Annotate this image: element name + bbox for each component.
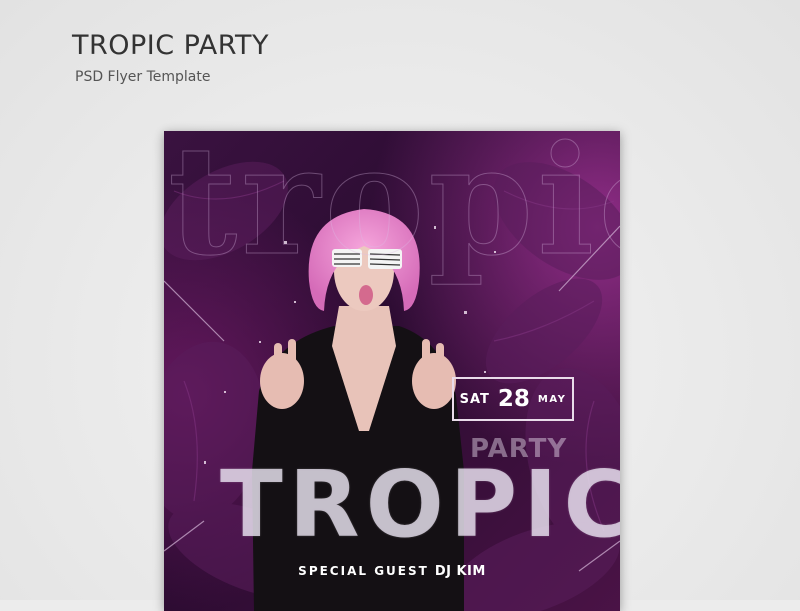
person-right-hand	[412, 353, 456, 409]
page-title: TROPIC PARTY	[72, 30, 269, 61]
flyer-preview: tropic SAT 28 MAY PARTY TROPIC SPECIAL G…	[164, 131, 620, 611]
dj-name: DJ KIM	[434, 564, 486, 579]
date-day: SAT	[459, 391, 490, 407]
page-subtitle: PSD Flyer Template	[75, 69, 211, 85]
special-guest-line: SPECIAL GUEST DJ KIM	[164, 564, 620, 579]
special-guest-label: SPECIAL GUEST	[298, 564, 429, 578]
date-badge: SAT 28 MAY	[452, 377, 574, 421]
background-script-word: tropic	[168, 131, 620, 290]
date-number: 28	[497, 386, 530, 412]
headline-tropic: TROPIC	[220, 451, 620, 558]
date-month: MAY	[537, 393, 567, 405]
